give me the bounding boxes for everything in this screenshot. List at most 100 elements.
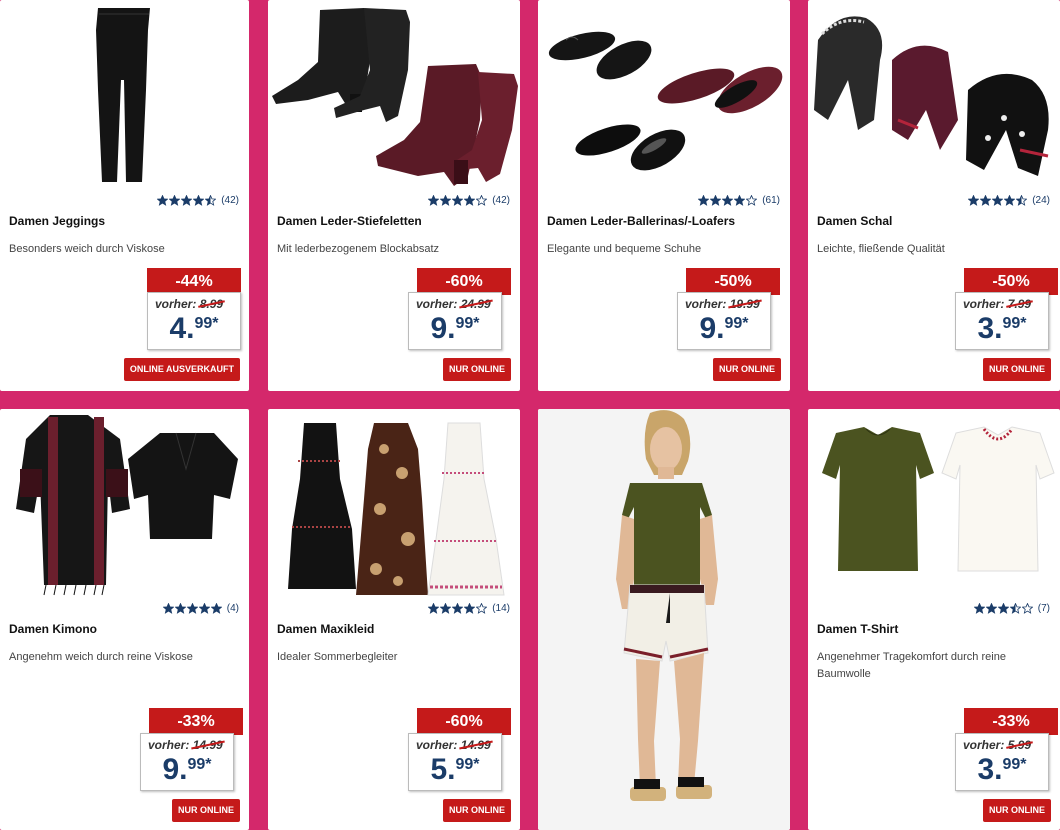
product-image-scarf[interactable] <box>808 0 1060 190</box>
product-image-ballerinas[interactable] <box>538 0 790 190</box>
price-box: vorher: 19.99 9.99* <box>677 292 771 350</box>
star-full-icon <box>992 195 1004 206</box>
product-image-boots[interactable] <box>268 0 520 190</box>
star-full-icon <box>710 195 722 206</box>
star-full-icon <box>452 603 464 614</box>
product-image-kimono[interactable] <box>0 409 249 599</box>
star-empty-icon <box>746 195 758 206</box>
star-full-icon <box>174 603 186 614</box>
model-photo <box>538 409 790 830</box>
star-rating <box>968 195 1028 206</box>
star-full-icon <box>440 603 452 614</box>
current-price: 3.99* <box>977 753 1027 786</box>
star-full-icon <box>734 195 746 206</box>
current-price: 9.99* <box>430 312 480 345</box>
star-full-icon <box>440 195 452 206</box>
product-rating[interactable]: (7) <box>973 603 1050 614</box>
product-image-jeggings[interactable] <box>0 0 249 190</box>
star-full-icon <box>193 195 205 206</box>
star-full-icon <box>722 195 734 206</box>
star-full-icon <box>428 603 440 614</box>
old-price: vorher: 8.99 <box>155 297 224 311</box>
star-full-icon <box>973 603 985 614</box>
star-rating <box>428 603 488 614</box>
price-box: vorher: 14.99 9.99* <box>140 733 234 791</box>
review-count: (14) <box>492 603 510 614</box>
product-card-kimono[interactable]: (4) Damen Kimono Angenehm weich durch re… <box>0 409 249 830</box>
old-price: vorher: 24.99 <box>416 297 491 311</box>
old-price: vorher: 5.99 <box>963 738 1032 752</box>
product-image-dresses[interactable] <box>268 409 520 599</box>
online-tag: NUR ONLINE <box>443 358 511 381</box>
product-description: Leichte, fließende Qualität <box>817 243 945 255</box>
product-card-boots[interactable]: (42) Damen Leder-Stiefeletten Mit lederb… <box>268 0 520 391</box>
current-price: 3.99* <box>977 312 1027 345</box>
product-description: Idealer Sommerbegleiter <box>277 651 398 663</box>
product-name[interactable]: Damen Schal <box>817 214 1052 228</box>
star-full-icon <box>452 195 464 206</box>
discount-badge: -33% <box>149 708 243 735</box>
price-box: vorher: 24.99 9.99* <box>408 292 502 350</box>
old-price: vorher: 19.99 <box>685 297 760 311</box>
review-count: (24) <box>1032 195 1050 206</box>
price-box: vorher: 5.99 3.99* <box>955 733 1049 791</box>
online-tag: NUR ONLINE <box>713 358 781 381</box>
product-rating[interactable]: (42) <box>428 195 510 206</box>
star-full-icon <box>997 603 1009 614</box>
product-rating[interactable]: (24) <box>968 195 1050 206</box>
product-name[interactable]: Damen Leder-Stiefeletten <box>277 214 512 228</box>
product-card-scarf[interactable]: (24) Damen Schal Leichte, fließende Qual… <box>808 0 1060 391</box>
current-price: 4.99* <box>169 312 219 345</box>
star-full-icon <box>181 195 193 206</box>
model-photo-card[interactable] <box>538 409 790 830</box>
discount-badge: -60% <box>417 268 511 295</box>
product-card-ballerinas[interactable]: (61) Damen Leder-Ballerinas/-Loafers Ele… <box>538 0 790 391</box>
star-full-icon <box>428 195 440 206</box>
star-full-icon <box>698 195 710 206</box>
product-name[interactable]: Damen Jeggings <box>9 214 244 228</box>
star-rating <box>428 195 488 206</box>
review-count: (61) <box>762 195 780 206</box>
product-image-tshirts[interactable] <box>808 409 1060 599</box>
star-full-icon <box>985 603 997 614</box>
product-name[interactable]: Damen Maxikleid <box>277 622 512 636</box>
star-rating <box>157 195 217 206</box>
star-full-icon <box>464 195 476 206</box>
product-rating[interactable]: (4) <box>162 603 239 614</box>
product-name[interactable]: Damen Kimono <box>9 622 244 636</box>
product-rating[interactable]: (14) <box>428 603 510 614</box>
star-rating <box>162 603 222 614</box>
review-count: (42) <box>492 195 510 206</box>
price-box: vorher: 14.99 5.99* <box>408 733 502 791</box>
star-full-icon <box>1004 195 1016 206</box>
old-price: vorher: 7.99 <box>963 297 1032 311</box>
star-half-icon <box>205 195 217 206</box>
online-tag: ONLINE AUSVERKAUFT <box>123 358 240 381</box>
discount-badge: -44% <box>147 268 241 295</box>
star-full-icon <box>157 195 169 206</box>
product-card-tshirts[interactable]: (7) Damen T-Shirt Angenehmer Tragekomfor… <box>808 409 1060 830</box>
star-rating <box>698 195 758 206</box>
product-card-dresses[interactable]: (14) Damen Maxikleid Idealer Sommerbegle… <box>268 409 520 830</box>
star-empty-icon <box>476 195 488 206</box>
discount-badge: -60% <box>417 708 511 735</box>
review-count: (42) <box>221 195 239 206</box>
online-tag: NUR ONLINE <box>172 799 240 822</box>
star-full-icon <box>210 603 222 614</box>
product-description: Elegante und bequeme Schuhe <box>547 243 702 255</box>
review-count: (4) <box>226 603 239 614</box>
star-half-icon <box>1009 603 1021 614</box>
star-empty-icon <box>1021 603 1033 614</box>
star-full-icon <box>464 603 476 614</box>
product-card-jeggings[interactable]: (42) Damen Jeggings Besonders weich durc… <box>0 0 249 391</box>
current-price: 9.99* <box>162 753 212 786</box>
star-rating <box>973 603 1033 614</box>
star-full-icon <box>968 195 980 206</box>
price-box: vorher: 7.99 3.99* <box>955 292 1049 350</box>
product-name[interactable]: Damen Leder-Ballerinas/-Loafers <box>547 214 782 228</box>
product-rating[interactable]: (42) <box>157 195 239 206</box>
product-name[interactable]: Damen T-Shirt <box>817 622 1052 636</box>
star-empty-icon <box>476 603 488 614</box>
product-rating[interactable]: (61) <box>698 195 780 206</box>
online-tag: NUR ONLINE <box>983 799 1051 822</box>
